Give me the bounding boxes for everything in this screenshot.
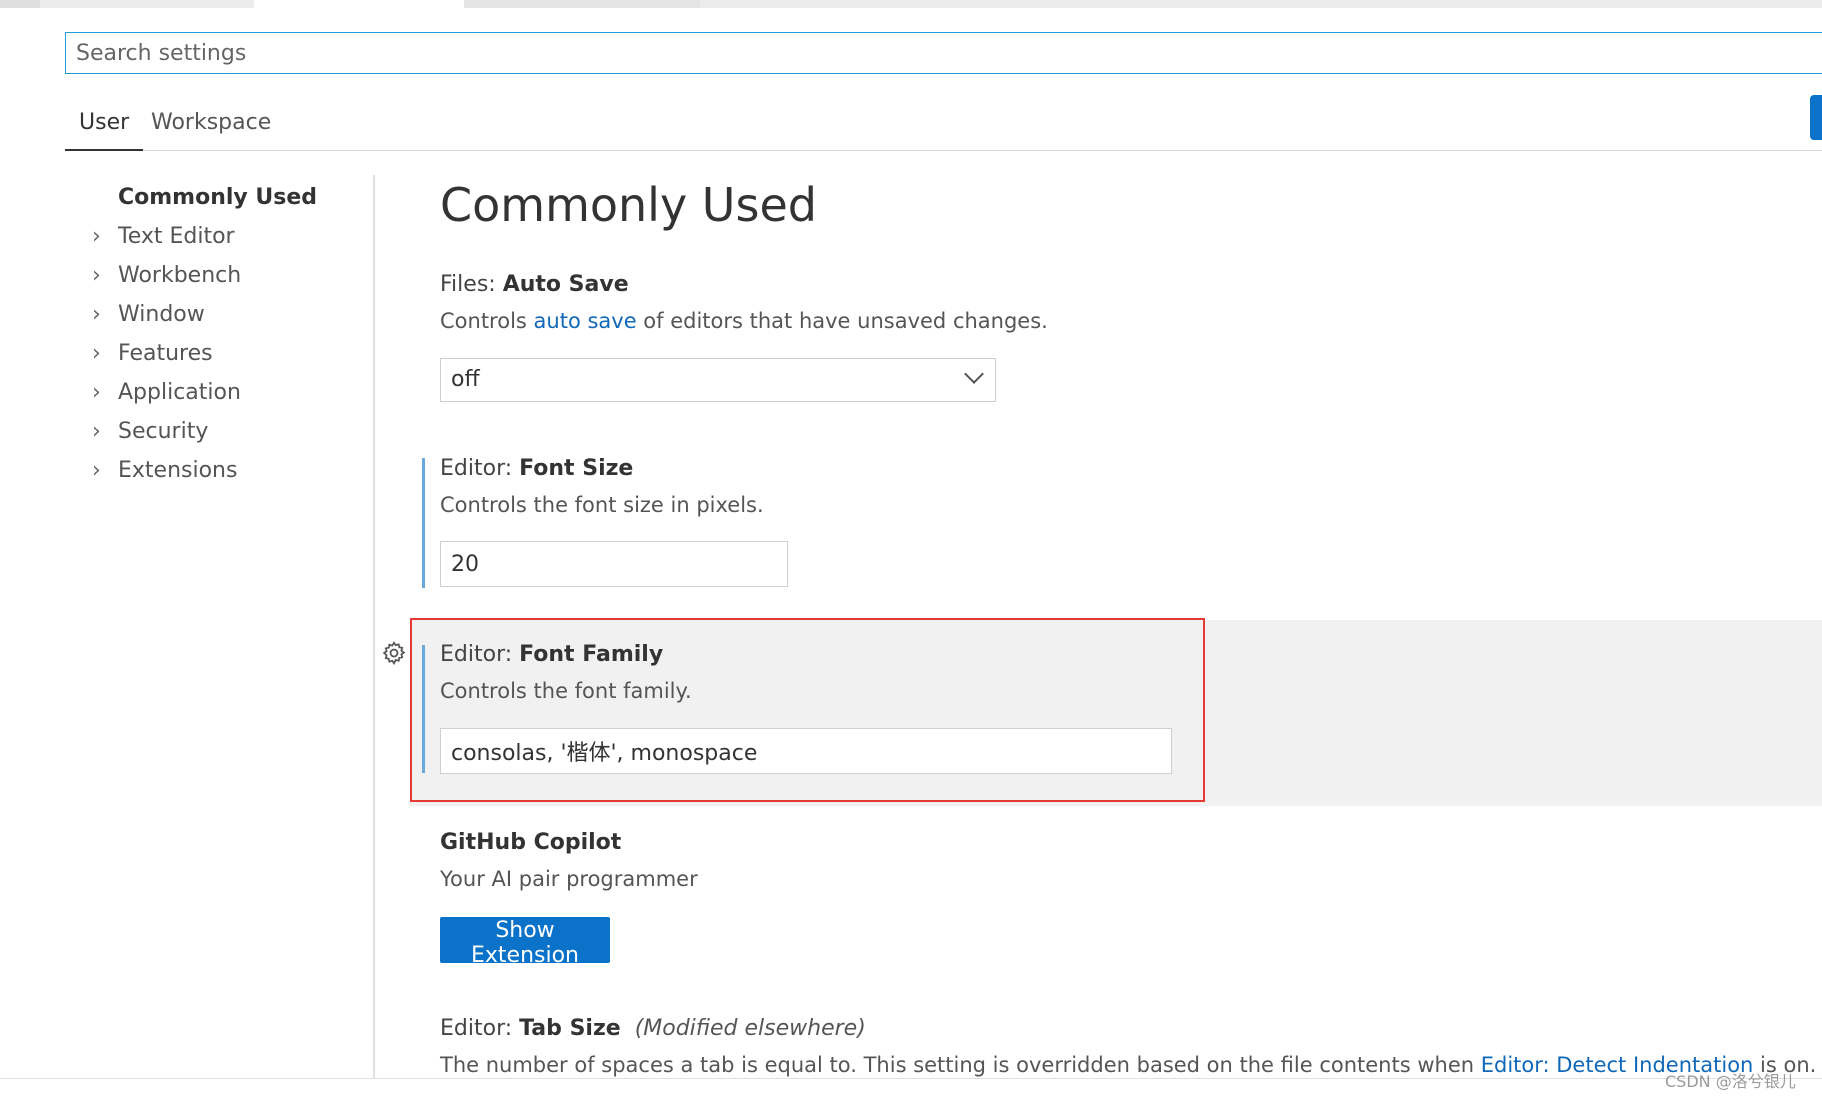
- description-text: of editors that have unsaved changes.: [636, 309, 1048, 333]
- setting-tab-size: Editor: Tab Size (Modified elsewhere) Th…: [440, 1016, 1816, 1077]
- selected-value: off: [451, 367, 480, 392]
- setting-category: Editor:: [440, 1016, 520, 1041]
- window-top-strip: [0, 0, 1822, 8]
- modified-indicator: [422, 458, 425, 588]
- search-input[interactable]: [66, 33, 1822, 73]
- watermark: CSDN @洛兮银儿: [1665, 1072, 1796, 1091]
- description-text: The number of spaces a tab is equal to. …: [440, 1053, 1481, 1077]
- setting-title: Editor: Font Size: [440, 456, 764, 481]
- toc-item-application[interactable]: › Application: [80, 373, 370, 412]
- toc-item-label: Window: [118, 302, 205, 327]
- setting-title: Files: Auto Save: [440, 272, 1048, 297]
- toc-item-window[interactable]: › Window: [80, 295, 370, 334]
- setting-title: Editor: Tab Size (Modified elsewhere): [440, 1016, 1800, 1041]
- toc-item-label: Commonly Used: [118, 185, 318, 210]
- toc-item-features[interactable]: › Features: [80, 334, 370, 373]
- setting-name: GitHub Copilot: [440, 830, 622, 855]
- open-json-button[interactable]: [1810, 95, 1822, 140]
- setting-github-copilot: GitHub Copilot Your AI pair programmer: [440, 830, 698, 891]
- setting-description: Controls the font size in pixels.: [440, 493, 764, 517]
- auto-save-select[interactable]: off: [440, 358, 996, 402]
- highlight-annotation-box: [410, 618, 1205, 802]
- search-box[interactable]: [65, 32, 1822, 74]
- settings-toc: Commonly Used › Text Editor › Workbench …: [80, 178, 370, 490]
- settings-scope-tabs: User Workspace: [65, 100, 1822, 151]
- setting-category: Files:: [440, 272, 503, 297]
- description-text: Controls: [440, 309, 534, 333]
- setting-category: Editor:: [440, 456, 520, 481]
- bottom-edge: [0, 1078, 1822, 1101]
- chevron-right-icon: ›: [92, 302, 101, 327]
- toc-item-extensions[interactable]: › Extensions: [80, 451, 370, 490]
- page-title: Commonly Used: [440, 178, 817, 232]
- setting-name: Tab Size: [519, 1016, 621, 1041]
- chevron-right-icon: ›: [92, 341, 101, 366]
- chevron-down-icon: [964, 364, 984, 384]
- tab-strip-segment: [254, 0, 464, 8]
- sash-divider[interactable]: [373, 175, 375, 1080]
- tab-workspace[interactable]: Workspace: [137, 110, 285, 149]
- setting-title: GitHub Copilot: [440, 830, 698, 855]
- toc-item-commonly-used[interactable]: Commonly Used: [80, 178, 370, 217]
- tab-user[interactable]: User: [65, 110, 144, 151]
- setting-description: Your AI pair programmer: [440, 867, 698, 891]
- setting-description: Controls auto save of editors that have …: [440, 309, 1048, 333]
- toc-item-label: Workbench: [118, 263, 242, 288]
- setting-description: The number of spaces a tab is equal to. …: [440, 1053, 1816, 1077]
- toc-item-label: Application: [118, 380, 241, 405]
- toc-item-label: Security: [118, 419, 209, 444]
- tab-strip-segment: [0, 0, 40, 8]
- tab-strip-segment: [464, 0, 700, 8]
- toc-item-workbench[interactable]: › Workbench: [80, 256, 370, 295]
- toc-item-label: Features: [118, 341, 213, 366]
- toc-item-label: Extensions: [118, 458, 238, 483]
- modified-elsewhere-note[interactable]: (Modified elsewhere): [635, 1016, 866, 1041]
- gear-icon[interactable]: [381, 640, 407, 666]
- chevron-right-icon: ›: [92, 380, 101, 405]
- setting-font-size: Editor: Font Size Controls the font size…: [440, 456, 764, 517]
- setting-name: Auto Save: [502, 272, 629, 297]
- setting-name: Font Size: [519, 456, 634, 481]
- chevron-right-icon: ›: [92, 263, 101, 288]
- chevron-right-icon: ›: [92, 419, 101, 444]
- font-size-input[interactable]: [440, 541, 788, 587]
- toc-item-text-editor[interactable]: › Text Editor: [80, 217, 370, 256]
- chevron-right-icon: ›: [92, 458, 101, 483]
- toc-item-security[interactable]: › Security: [80, 412, 370, 451]
- show-extension-button[interactable]: Show Extension: [440, 917, 610, 968]
- setting-auto-save: Files: Auto Save Controls auto save of e…: [440, 272, 1048, 333]
- chevron-right-icon: ›: [92, 224, 101, 249]
- toc-item-label: Text Editor: [118, 224, 235, 249]
- auto-save-link[interactable]: auto save: [534, 309, 637, 333]
